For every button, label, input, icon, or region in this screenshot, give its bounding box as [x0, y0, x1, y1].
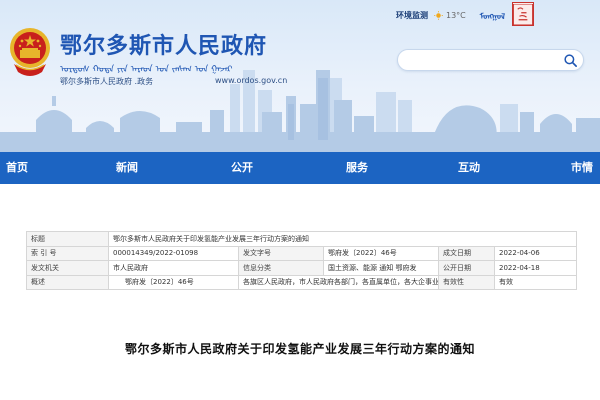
document-number-value: 鄂府发〔2022〕46号 — [323, 245, 439, 261]
published-date-label: 公开日期 — [438, 260, 495, 276]
table-row: 索 引 号 000014349/2022-01098 发文字号 鄂府发〔2022… — [26, 245, 577, 261]
mongolian-site-name: ᠣᠷᠳᠣᠰ ᠬᠣᠲᠠ ᠶᠢᠨ ᠠᠷᠠᠳ ᠤᠨ ᠵᠠᠰᠠᠭ ᠤᠨ ᠭᠠᠵᠠᠷ — [60, 65, 233, 75]
validity-label: 有效性 — [438, 274, 495, 290]
nav-item-city-info[interactable]: 市情 — [571, 152, 593, 184]
sun-icon — [434, 10, 443, 20]
nav-item-home[interactable]: 首页 — [6, 152, 28, 184]
search-icon[interactable] — [563, 53, 578, 68]
category-label: 信息分类 — [238, 260, 324, 276]
published-date-value: 2022-04-18 — [494, 260, 577, 276]
summary-document-number: 鄂府发〔2022〕46号 — [108, 274, 239, 290]
nav-item-news[interactable]: 新闻 — [116, 152, 138, 184]
validity-value: 有效 — [494, 274, 577, 290]
nav-item-interaction[interactable]: 互动 — [458, 152, 480, 184]
site-subtitle: 鄂尔多斯市人民政府 .政务 — [60, 77, 154, 86]
summary-label: 概述 — [26, 274, 109, 290]
document-metadata-table: 标题 鄂尔多斯市人民政府关于印发氢能产业发展三年行动方案的通知 索 引 号 00… — [26, 231, 577, 290]
page: 鄂尔多斯市人民政府 ᠣᠷᠳᠣᠰ ᠬᠣᠲᠠ ᠶᠢᠨ ᠠᠷᠠᠳ ᠤᠨ ᠵᠠᠰᠠᠭ ᠤ… — [0, 0, 600, 400]
seal-logo — [512, 2, 534, 26]
top-toolbar: 环境监测 13°C ᠮᠣᠩᠭᠣᠯ 中文 — [396, 7, 531, 23]
environment-monitoring-link[interactable]: 环境监测 — [396, 10, 428, 21]
table-row: 标题 鄂尔多斯市人民政府关于印发氢能产业发展三年行动方案的通知 — [26, 231, 577, 247]
article-title: 鄂尔多斯市人民政府关于印发氢能产业发展三年行动方案的通知 — [124, 342, 475, 356]
index-number-value: 000014349/2022-01098 — [108, 245, 239, 261]
nav-item-services[interactable]: 服务 — [346, 152, 368, 184]
site-title[interactable]: 鄂尔多斯市人民政府 — [60, 28, 267, 60]
national-emblem-icon — [10, 28, 50, 76]
mongolian-language-link[interactable]: ᠮᠣᠩᠭᠣᠯ — [480, 8, 505, 22]
nav-item-public[interactable]: 公开 — [231, 152, 253, 184]
created-date-value: 2022-04-06 — [494, 245, 577, 261]
category-value: 国土资源、能源 通知 鄂府发 — [323, 260, 439, 276]
search-input[interactable] — [408, 53, 558, 67]
title-label: 标题 — [26, 231, 109, 247]
search-box[interactable] — [397, 49, 584, 71]
summary-recipients: 各旗区人民政府，市人民政府各部门，各直属单位，各大企事业单 — [238, 274, 439, 290]
created-date-label: 成文日期 — [438, 245, 495, 261]
title-value: 鄂尔多斯市人民政府关于印发氢能产业发展三年行动方案的通知 — [108, 231, 577, 247]
table-row: 发文机关 市人民政府 信息分类 国土资源、能源 通知 鄂府发 公开日期 2022… — [26, 260, 577, 276]
table-row: 概述 鄂府发〔2022〕46号 各旗区人民政府，市人民政府各部门，各直属单位，各… — [26, 274, 577, 290]
issuer-label: 发文机关 — [26, 260, 109, 276]
main-navigation: 首页 新闻 公开 服务 互动 市情 — [0, 152, 600, 184]
site-header: 鄂尔多斯市人民政府 ᠣᠷᠳᠣᠰ ᠬᠣᠲᠠ ᠶᠢᠨ ᠠᠷᠠᠳ ᠤᠨ ᠵᠠᠰᠠᠭ ᠤ… — [0, 0, 600, 152]
index-number-label: 索 引 号 — [26, 245, 109, 261]
site-domain: www.ordos.gov.cn — [215, 76, 288, 85]
document-number-label: 发文字号 — [238, 245, 324, 261]
temperature-readout: 13°C — [446, 10, 466, 20]
issuer-value: 市人民政府 — [108, 260, 239, 276]
